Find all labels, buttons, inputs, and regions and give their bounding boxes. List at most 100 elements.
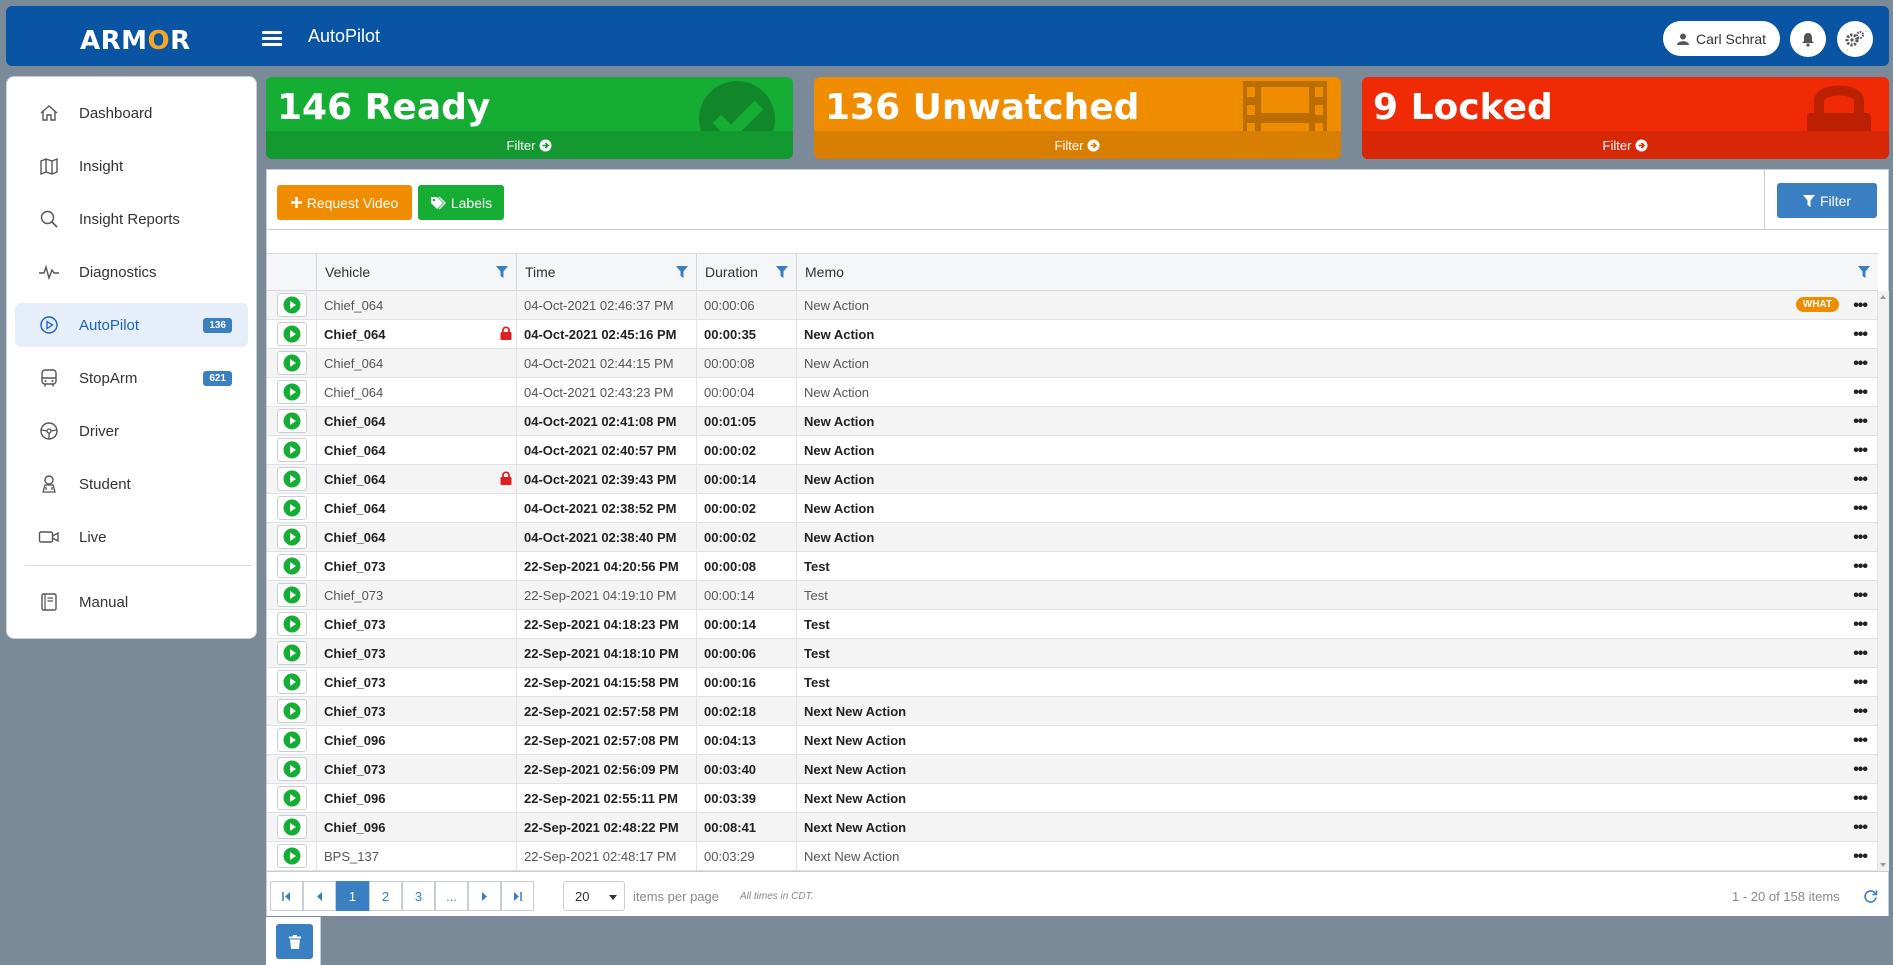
table-row[interactable]: Chief_064 04-Oct-2021 02:38:52 PM 00:00:02… <box>267 494 1878 523</box>
sidebar-item-diagnostics[interactable]: Diagnostics <box>15 250 248 294</box>
more-pages-button[interactable]: ... <box>435 881 468 911</box>
notifications-button[interactable] <box>1790 21 1826 57</box>
sidebar-item-student[interactable]: Student <box>15 462 248 506</box>
play-video-button[interactable] <box>276 380 307 404</box>
table-row[interactable]: Chief_073 22-Sep-2021 04:18:23 PM 00:00:14… <box>267 610 1878 639</box>
grid-scrollbar[interactable] <box>1878 291 1889 871</box>
items-per-page-select[interactable]: 20 <box>563 881 625 911</box>
sidebar-item-autopilot[interactable]: AutoPilot 136 <box>15 303 248 347</box>
more-actions-icon[interactable]: ••• <box>1853 326 1868 344</box>
more-actions-icon[interactable]: ••• <box>1853 500 1868 518</box>
more-actions-icon[interactable]: ••• <box>1853 442 1868 460</box>
table-row[interactable]: Chief_064 04-Oct-2021 02:45:16 PM 00:00:35… <box>267 320 1878 349</box>
table-row[interactable]: Chief_064 04-Oct-2021 02:40:57 PM 00:00:02… <box>267 436 1878 465</box>
play-video-button[interactable] <box>276 525 307 549</box>
play-video-button[interactable] <box>276 757 307 781</box>
page-2-button[interactable]: 2 <box>369 881 402 911</box>
sidebar-item-stoparm[interactable]: StopArm 621 <box>15 356 248 400</box>
next-page-button[interactable] <box>468 881 501 911</box>
filter-button[interactable]: Filter <box>1777 183 1877 218</box>
play-video-button[interactable] <box>276 351 307 375</box>
play-video-button[interactable] <box>276 438 307 462</box>
table-row[interactable]: Chief_073 22-Sep-2021 04:20:56 PM 00:00:08… <box>267 552 1878 581</box>
last-page-button[interactable] <box>501 881 534 911</box>
more-actions-icon[interactable]: ••• <box>1853 732 1868 750</box>
sidebar-item-driver[interactable]: Driver <box>15 409 248 453</box>
more-actions-icon[interactable]: ••• <box>1853 761 1868 779</box>
ready-filter-link[interactable]: Filter <box>266 131 793 159</box>
first-page-button[interactable] <box>270 881 303 911</box>
table-row[interactable]: Chief_096 22-Sep-2021 02:57:08 PM 00:04:13… <box>267 726 1878 755</box>
table-row[interactable]: Chief_064 04-Oct-2021 02:38:40 PM 00:00:02… <box>267 523 1878 552</box>
play-video-button[interactable] <box>276 786 307 810</box>
page-3-button[interactable]: 3 <box>402 881 435 911</box>
more-actions-icon[interactable]: ••• <box>1853 297 1868 315</box>
more-actions-icon[interactable]: ••• <box>1853 819 1868 837</box>
table-row[interactable]: Chief_096 22-Sep-2021 02:55:11 PM 00:03:39… <box>267 784 1878 813</box>
play-video-button[interactable] <box>276 583 307 607</box>
column-filter-icon[interactable] <box>1858 266 1870 278</box>
header-duration[interactable]: Duration <box>697 254 797 290</box>
table-row[interactable]: Chief_064 04-Oct-2021 02:39:43 PM 00:00:14… <box>267 465 1878 494</box>
page-1-button[interactable]: 1 <box>336 881 369 911</box>
column-filter-icon[interactable] <box>676 266 688 278</box>
settings-button[interactable] <box>1837 21 1873 57</box>
more-actions-icon[interactable]: ••• <box>1853 558 1868 576</box>
play-video-button[interactable] <box>276 409 307 433</box>
more-actions-icon[interactable]: ••• <box>1853 848 1868 866</box>
play-video-button[interactable] <box>276 815 307 839</box>
play-video-button[interactable] <box>276 467 307 491</box>
label-tag[interactable]: WHAT <box>1795 297 1839 312</box>
play-video-button[interactable] <box>276 322 307 346</box>
more-actions-icon[interactable]: ••• <box>1853 471 1868 489</box>
column-filter-icon[interactable] <box>496 266 508 278</box>
header-time[interactable]: Time <box>517 254 697 290</box>
sidebar-item-dashboard[interactable]: Dashboard <box>15 91 248 135</box>
table-row[interactable]: BPS_137 22-Sep-2021 02:48:17 PM 00:03:29 Ne… <box>267 842 1878 871</box>
play-video-button[interactable] <box>276 728 307 752</box>
more-actions-icon[interactable]: ••• <box>1853 413 1868 431</box>
play-video-button[interactable] <box>276 670 307 694</box>
sidebar-item-insight-reports[interactable]: Insight Reports <box>15 197 248 241</box>
request-video-button[interactable]: Request Video <box>277 185 412 220</box>
table-row[interactable]: Chief_096 22-Sep-2021 02:48:22 PM 00:08:41… <box>267 813 1878 842</box>
refresh-icon[interactable] <box>1863 889 1878 904</box>
play-video-button[interactable] <box>276 612 307 636</box>
table-row[interactable]: Chief_073 22-Sep-2021 04:19:10 PM 00:00:14… <box>267 581 1878 610</box>
sidebar-item-insight[interactable]: Insight <box>15 144 248 188</box>
table-row[interactable]: Chief_073 22-Sep-2021 02:56:09 PM 00:03:40… <box>267 755 1878 784</box>
table-row[interactable]: Chief_073 22-Sep-2021 04:18:10 PM 00:00:06… <box>267 639 1878 668</box>
more-actions-icon[interactable]: ••• <box>1853 703 1868 721</box>
more-actions-icon[interactable]: ••• <box>1853 529 1868 547</box>
play-video-button[interactable] <box>276 699 307 723</box>
play-video-button[interactable] <box>276 641 307 665</box>
table-row[interactable]: Chief_073 22-Sep-2021 04:15:58 PM 00:00:16… <box>267 668 1878 697</box>
column-filter-icon[interactable] <box>776 266 788 278</box>
table-row[interactable]: Chief_073 22-Sep-2021 02:57:58 PM 00:02:18… <box>267 697 1878 726</box>
user-menu-button[interactable]: Carl Schrat <box>1663 21 1780 56</box>
scroll-down-icon[interactable] <box>1880 863 1886 867</box>
play-video-button[interactable] <box>276 844 307 868</box>
locked-filter-link[interactable]: Filter <box>1362 131 1889 159</box>
header-memo[interactable]: Memo <box>797 254 1878 290</box>
delete-button[interactable] <box>276 924 313 959</box>
scroll-up-icon[interactable] <box>1880 295 1886 299</box>
more-actions-icon[interactable]: ••• <box>1853 674 1868 692</box>
table-row[interactable]: Chief_064 04-Oct-2021 02:43:23 PM 00:00:04… <box>267 378 1878 407</box>
more-actions-icon[interactable]: ••• <box>1853 645 1868 663</box>
table-row[interactable]: Chief_064 04-Oct-2021 02:44:15 PM 00:00:08… <box>267 349 1878 378</box>
armor-logo[interactable]: ARMOR <box>80 26 191 56</box>
play-video-button[interactable] <box>276 554 307 578</box>
sidebar-item-live[interactable]: Live <box>15 515 248 559</box>
prev-page-button[interactable] <box>303 881 336 911</box>
play-video-button[interactable] <box>276 496 307 520</box>
sidebar-item-manual[interactable]: Manual <box>15 580 248 624</box>
unwatched-filter-link[interactable]: Filter <box>814 131 1341 159</box>
more-actions-icon[interactable]: ••• <box>1853 587 1868 605</box>
table-row[interactable]: Chief_064 04-Oct-2021 02:41:08 PM 00:01:05… <box>267 407 1878 436</box>
header-vehicle[interactable]: Vehicle <box>317 254 517 290</box>
play-video-button[interactable] <box>276 293 307 317</box>
hamburger-menu-icon[interactable] <box>262 31 282 46</box>
more-actions-icon[interactable]: ••• <box>1853 384 1868 402</box>
more-actions-icon[interactable]: ••• <box>1853 355 1868 373</box>
